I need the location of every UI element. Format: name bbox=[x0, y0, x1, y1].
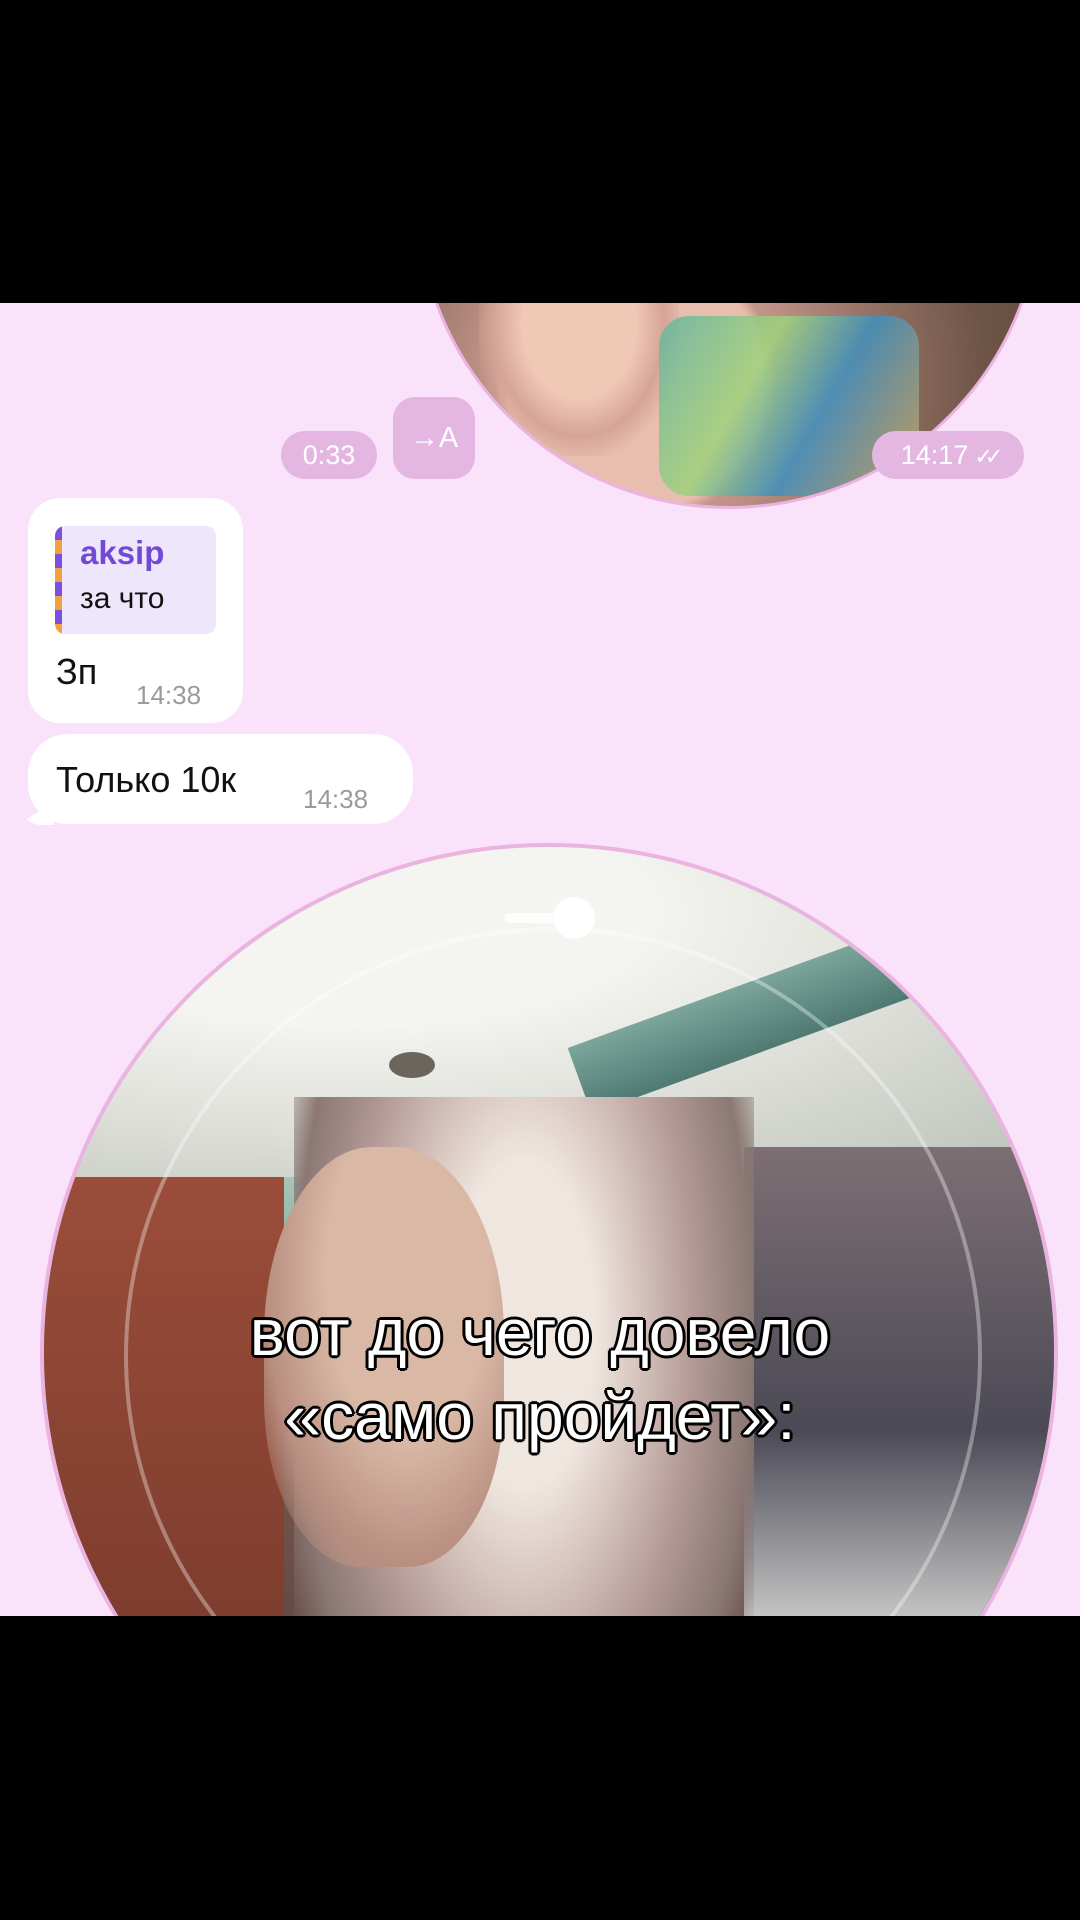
reply-quoted-text: за что bbox=[80, 582, 165, 615]
video-note-main[interactable] bbox=[40, 843, 1058, 1616]
playback-scrubber-handle[interactable] bbox=[553, 897, 595, 939]
bottom-letterbox bbox=[0, 1616, 1080, 1920]
reply-author: aksip bbox=[80, 534, 165, 571]
top-letterbox bbox=[0, 0, 1080, 303]
transcribe-button[interactable]: →A bbox=[393, 397, 475, 479]
read-checkmarks-icon: ✓✓ bbox=[974, 444, 1003, 469]
message-text: Зп bbox=[56, 651, 98, 692]
message-text: Только 10к bbox=[56, 759, 237, 800]
caption-line-1: вот до чего довело bbox=[249, 1295, 831, 1369]
message-time: 14:38 bbox=[303, 784, 369, 814]
video-time: 14:17 bbox=[900, 440, 969, 470]
message-time: 14:38 bbox=[136, 680, 202, 710]
message-bubble[interactable]: Только 10к 14:38 bbox=[28, 734, 413, 824]
caption-line-2: «само пройдет»: bbox=[284, 1379, 796, 1453]
message-bubble-reply[interactable]: aksip за что Зп 14:38 bbox=[28, 498, 243, 723]
video-time-badge: 14:17 ✓✓ bbox=[872, 431, 1024, 479]
reply-quote[interactable]: aksip за что bbox=[55, 526, 216, 634]
video-duration-badge: 0:33 bbox=[281, 431, 377, 479]
video-face bbox=[479, 303, 679, 456]
video-caption: вот до чего довело «само пройдет»: bbox=[0, 1290, 1080, 1458]
reply-quote-stripe bbox=[55, 526, 62, 634]
